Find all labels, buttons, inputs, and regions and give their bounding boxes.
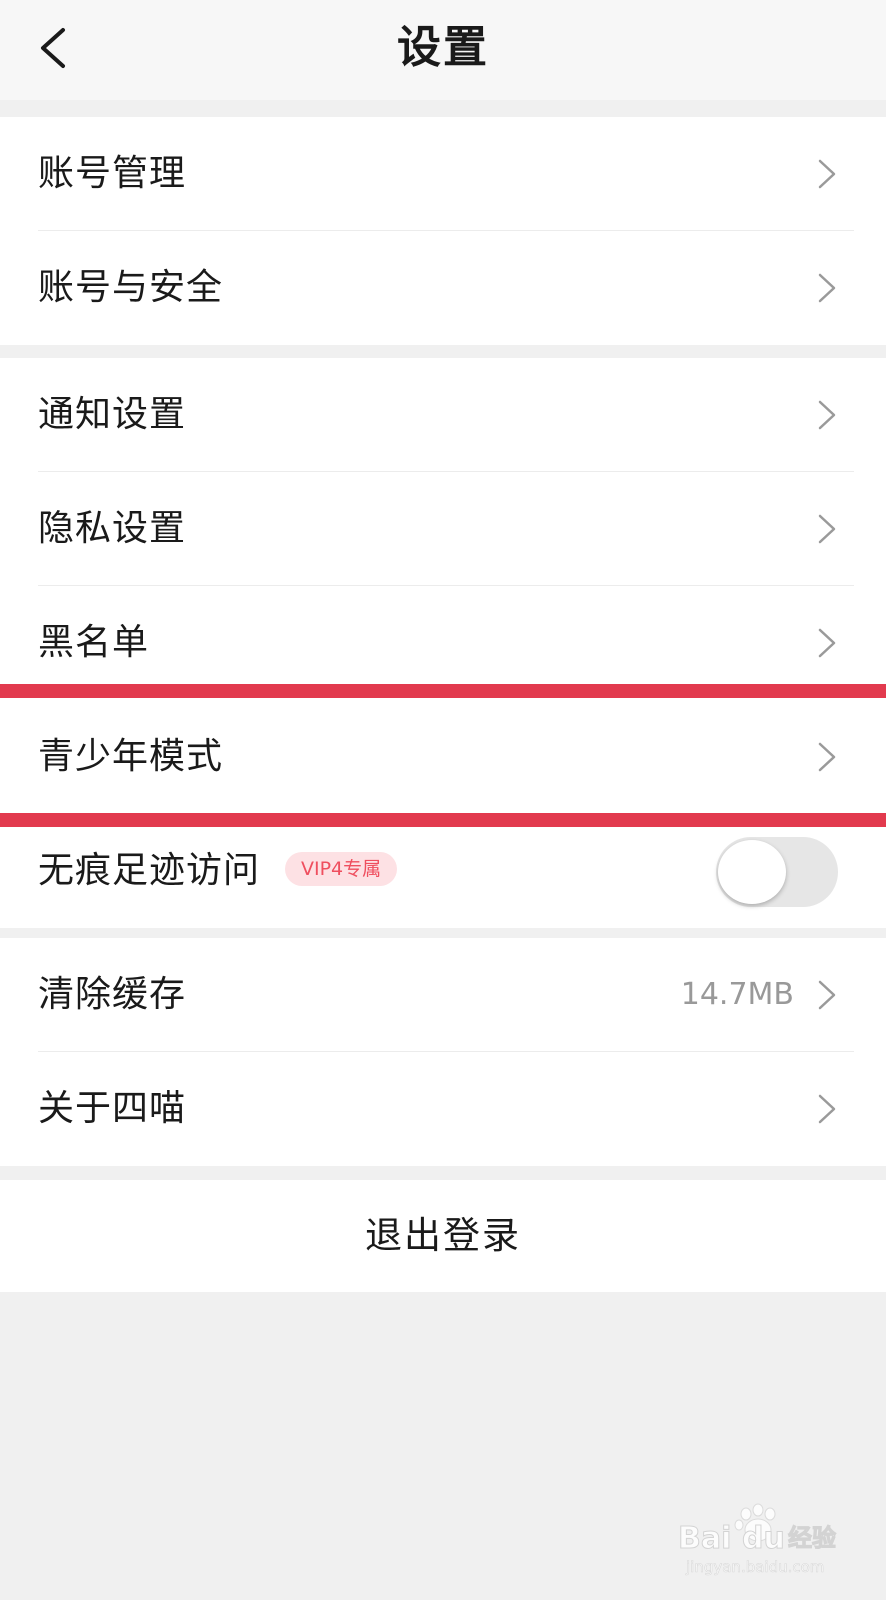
vip-badge: VIP4专属 xyxy=(285,852,398,886)
chevron-right-icon xyxy=(818,400,836,430)
chevron-right-icon xyxy=(818,273,836,303)
svg-text:Bai: Bai xyxy=(678,1521,731,1556)
settings-item-blacklist[interactable]: 黑名单 xyxy=(0,586,886,700)
settings-item-label: 隐私设置 xyxy=(38,508,187,549)
highlight-line-top xyxy=(0,684,886,698)
settings-item-incognito-visit: 无痕足迹访问 VIP4专属 xyxy=(0,814,886,928)
settings-item-label: 无痕足迹访问 xyxy=(38,850,261,891)
settings-item-label: 账号与安全 xyxy=(38,267,224,308)
settings-item-privacy[interactable]: 隐私设置 xyxy=(0,472,886,586)
settings-item-account-management[interactable]: 账号管理 xyxy=(0,117,886,231)
top-bar: 设置 xyxy=(0,0,886,100)
chevron-right-icon xyxy=(818,514,836,544)
settings-item-about[interactable]: 关于四喵 xyxy=(0,1052,886,1166)
highlight-line-bottom xyxy=(0,813,886,827)
chevron-right-icon xyxy=(818,628,836,658)
cache-size-value: 14.7MB xyxy=(680,977,794,1012)
chevron-right-icon xyxy=(818,742,836,772)
chevron-right-icon xyxy=(818,159,836,189)
settings-item-label: 关于四喵 xyxy=(38,1088,187,1129)
logout-button[interactable]: 退出登录 xyxy=(0,1180,886,1292)
toggle-knob xyxy=(718,840,786,904)
settings-item-clear-cache[interactable]: 清除缓存 14.7MB xyxy=(0,938,886,1052)
incognito-toggle[interactable] xyxy=(716,837,838,907)
settings-item-label: 青少年模式 xyxy=(38,736,224,777)
logout-group: 退出登录 xyxy=(0,1180,886,1292)
svg-text:jingyan.baidu.com: jingyan.baidu.com xyxy=(685,1558,824,1576)
settings-item-teen-mode[interactable]: 青少年模式 xyxy=(0,700,886,814)
settings-group-other: 清除缓存 14.7MB 关于四喵 xyxy=(0,938,886,1166)
chevron-right-icon xyxy=(818,980,836,1010)
settings-item-notification[interactable]: 通知设置 xyxy=(0,358,886,472)
settings-group-privacy: 通知设置 隐私设置 黑名单 青少年模式 无痕足迹访问 VIP4专属 xyxy=(0,358,886,928)
settings-item-label: 通知设置 xyxy=(38,394,187,435)
settings-item-label: 账号管理 xyxy=(38,153,187,194)
settings-item-account-security[interactable]: 账号与安全 xyxy=(0,231,886,345)
svg-text:du: du xyxy=(742,1521,785,1556)
page-title: 设置 xyxy=(397,22,489,73)
settings-group-account: 账号管理 账号与安全 xyxy=(0,117,886,345)
settings-item-label: 黑名单 xyxy=(38,622,150,663)
settings-item-label: 清除缓存 xyxy=(38,974,187,1015)
baidu-jingyan-watermark: Bai du 经验 jingyan.baidu.com xyxy=(678,1503,837,1576)
chevron-right-icon xyxy=(818,1094,836,1124)
svg-text:经验: 经验 xyxy=(788,1524,836,1552)
